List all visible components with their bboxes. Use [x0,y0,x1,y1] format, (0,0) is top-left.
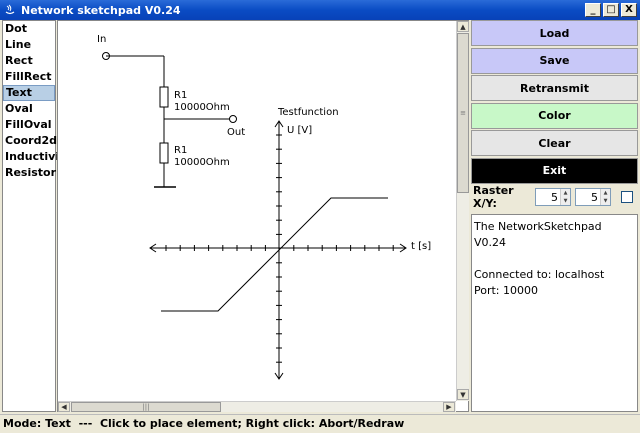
info-line-version: The NetworkSketchpad V0.24 [474,220,602,249]
color-button[interactable]: Color [471,102,638,129]
control-panel: Load Save Retransmit Color Clear Exit Ra… [471,20,638,412]
clear-button[interactable]: Clear [471,130,638,156]
info-line-blank [474,251,635,267]
scroll-up-arrow-icon[interactable]: ▲ [457,21,469,32]
output-terminal [229,115,237,123]
minimize-icon: _ [590,4,596,15]
raster-row: Raster X/Y: 5 ▲ ▼ 5 ▲ ▼ [471,184,638,210]
load-button[interactable]: Load [471,20,638,46]
maximize-icon: □ [606,4,616,15]
drawing-canvas[interactable]: In Out R1 10000Ohm R1 10000Ohm Testfunct… [58,21,456,401]
raster-y-spinner[interactable]: 5 ▲ ▼ [575,188,611,206]
tool-item-coord2d[interactable]: Coord2d [3,133,57,149]
scroll-left-arrow-icon[interactable]: ◀ [58,402,70,412]
r1-bottom-value: 10000Ohm [174,157,230,168]
testfunction-curve [161,197,388,312]
tool-list[interactable]: Dot Line Rect FillRect Text Oval FillOva… [2,20,72,412]
resistor-top [159,86,169,108]
window-title: Network sketchpad V0.24 [21,3,181,17]
axis-ticks [165,134,394,363]
tool-item-dot[interactable]: Dot [3,21,55,37]
raster-label: Raster X/Y: [473,184,514,210]
out-label: Out [227,127,245,138]
tool-item-rect[interactable]: Rect [3,53,55,69]
r1-bottom-name: R1 [174,145,187,156]
maximize-button[interactable]: □ [603,3,619,17]
tool-item-text[interactable]: Text [3,85,55,101]
tool-item-line[interactable]: Line [3,37,55,53]
tool-item-filloval[interactable]: FillOval [3,117,55,133]
save-button[interactable]: Save [471,47,638,74]
tool-item-resistor[interactable]: Resistor [3,165,56,181]
raster-y-value[interactable]: 5 [576,191,600,204]
close-button[interactable]: X [621,3,637,17]
java-app-icon [3,3,17,17]
close-icon: X [625,4,633,15]
tool-item-inductivity[interactable]: Inductivity [3,149,72,165]
scroll-right-arrow-icon[interactable]: ▶ [443,402,455,412]
r1-top-value: 10000Ohm [174,102,230,113]
minimize-button[interactable]: _ [585,3,601,17]
scroll-down-arrow-icon[interactable]: ▼ [457,389,469,400]
spinner-down-icon[interactable]: ▼ [601,197,610,205]
resistor-bottom [159,142,169,164]
tool-item-fillrect[interactable]: FillRect [3,69,55,85]
title-bar: Network sketchpad V0.24 _ □ X [0,0,640,20]
canvas-area[interactable]: In Out R1 10000Ohm R1 10000Ohm Testfunct… [57,20,469,412]
spinner-up-icon[interactable]: ▲ [601,189,610,197]
info-textarea[interactable]: The NetworkSketchpad V0.24 Connected to:… [471,214,638,412]
info-line-port: Port: 10000 [474,284,539,297]
in-label: In [97,34,106,45]
r1-top-name: R1 [174,90,187,101]
vertical-scroll-thumb[interactable]: ≡ [457,33,469,193]
y-axis-label: U [V] [287,125,312,136]
horizontal-scroll-thumb[interactable]: ||| [71,402,221,412]
exit-button[interactable]: Exit [471,157,638,184]
retransmit-button[interactable]: Retransmit [471,75,638,101]
raster-checkbox[interactable] [621,191,633,203]
spinner-down-icon[interactable]: ▼ [561,197,570,205]
raster-x-value[interactable]: 5 [536,191,560,204]
graph-title: Testfunction [277,107,339,118]
status-bar: Mode: Text --- Click to place element; R… [0,414,640,432]
vertical-scrollbar[interactable]: ▲ ≡ ▼ [456,21,469,401]
x-axis-label: t [s] [411,241,431,252]
info-line-connected: Connected to: localhost [474,268,605,281]
spinner-up-icon[interactable]: ▲ [561,189,570,197]
raster-x-spinner[interactable]: 5 ▲ ▼ [535,188,571,206]
horizontal-scrollbar[interactable]: ◀ ||| ▶ [58,401,456,412]
tool-item-oval[interactable]: Oval [3,101,55,117]
